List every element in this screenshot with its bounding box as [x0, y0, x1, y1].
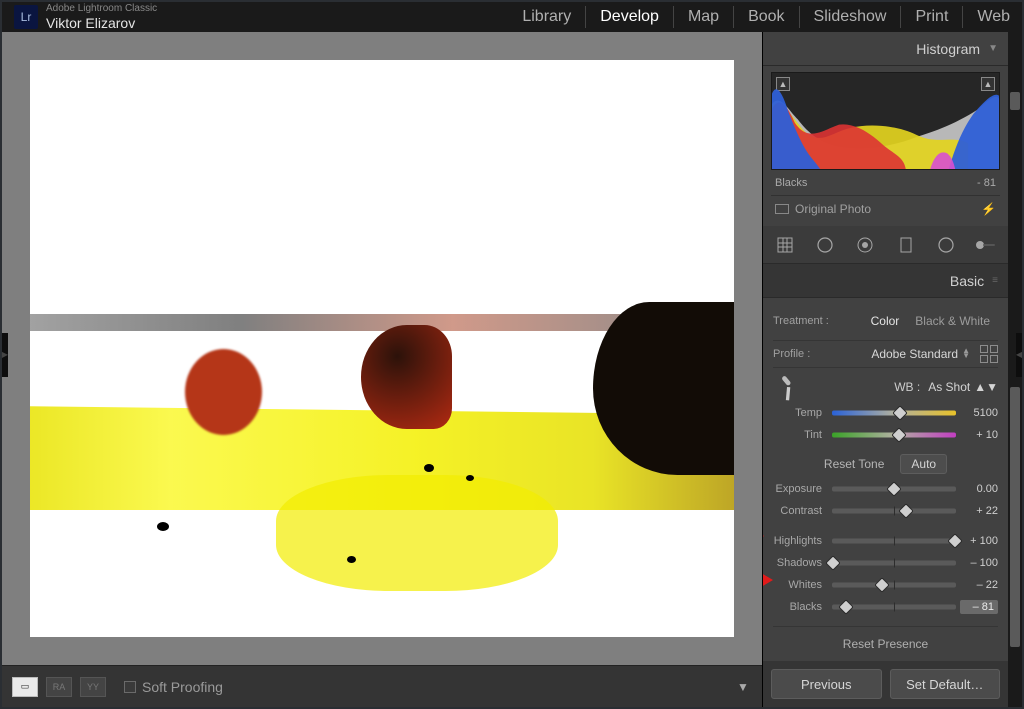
- tint-slider[interactable]: [832, 428, 956, 442]
- rectangle-icon: [775, 204, 789, 214]
- nav-print[interactable]: Print: [915, 8, 948, 26]
- spot-removal-tool[interactable]: [813, 233, 837, 257]
- soft-proofing-checkbox[interactable]: [124, 681, 136, 693]
- soft-proofing-label: Soft Proofing: [142, 679, 223, 695]
- whites-value[interactable]: – 22: [960, 579, 998, 591]
- reset-tone-label[interactable]: Reset Tone: [824, 457, 885, 471]
- radial-filter-tool[interactable]: [934, 233, 958, 257]
- photo-preview: [30, 60, 734, 637]
- annotation-arrow-blacks: [763, 573, 773, 587]
- updown-icon: ▲▼: [974, 380, 998, 394]
- left-panel-handle[interactable]: ▶: [2, 333, 8, 377]
- nav-web[interactable]: Web: [977, 8, 1010, 26]
- whites-label: Whites: [773, 579, 828, 591]
- updown-icon: ▲▼: [962, 349, 970, 359]
- basic-panel-header[interactable]: Basic ≡: [763, 264, 1008, 298]
- app-logo: Lr: [14, 5, 38, 29]
- eyedropper-icon[interactable]: [767, 367, 806, 406]
- temp-value[interactable]: 5100: [960, 407, 998, 419]
- tint-label: Tint: [773, 429, 828, 441]
- temp-slider[interactable]: [832, 406, 956, 420]
- histogram-header[interactable]: Histogram ▼: [763, 32, 1008, 66]
- auto-button[interactable]: Auto: [900, 454, 947, 474]
- blacks-label: Blacks: [773, 601, 828, 613]
- nav-develop[interactable]: Develop: [600, 8, 659, 26]
- bolt-icon[interactable]: ⚡: [981, 202, 996, 216]
- profile-browser-icon[interactable]: [980, 345, 998, 363]
- shadows-slider[interactable]: [832, 556, 956, 570]
- right-panel-handle[interactable]: ◀: [1016, 333, 1022, 377]
- tool-strip: [763, 226, 1008, 264]
- highlights-value[interactable]: + 100: [960, 535, 998, 547]
- blacks-value[interactable]: – 81: [960, 600, 998, 614]
- image-canvas[interactable]: [2, 32, 762, 665]
- secondary-toolbar: ▭ RA YY Soft Proofing ▼: [2, 665, 762, 707]
- reset-presence-label[interactable]: Reset Presence: [773, 626, 998, 653]
- view-ra-button[interactable]: RA: [46, 677, 72, 697]
- wb-select[interactable]: As Shot ▲▼: [928, 380, 998, 394]
- previous-button[interactable]: Previous: [771, 669, 882, 699]
- contrast-slider[interactable]: [832, 504, 956, 518]
- profile-select[interactable]: Adobe Standard ▲▼: [871, 347, 970, 361]
- annotation-arrow-shadows: [763, 529, 764, 543]
- contrast-value[interactable]: + 22: [960, 505, 998, 517]
- exposure-slider[interactable]: [832, 482, 956, 496]
- crop-tool[interactable]: [773, 233, 797, 257]
- redeye-tool[interactable]: [853, 233, 877, 257]
- view-yy-button[interactable]: YY: [80, 677, 106, 697]
- basic-title: Basic: [950, 273, 984, 289]
- profile-label: Profile :: [773, 348, 810, 360]
- treatment-color-button[interactable]: Color: [863, 311, 908, 331]
- graduated-filter-tool[interactable]: [894, 233, 918, 257]
- histogram-region-label: Blacks: [775, 177, 807, 189]
- wb-label: WB :: [894, 380, 920, 394]
- nav-map[interactable]: Map: [688, 8, 719, 26]
- shadows-label: Shadows: [773, 557, 828, 569]
- module-picker: Library Develop Map Book Slideshow Print…: [522, 6, 1010, 28]
- app-name-text: Adobe Lightroom Classic: [46, 3, 157, 15]
- set-default-button[interactable]: Set Default…: [890, 669, 1001, 699]
- blacks-slider[interactable]: [832, 600, 956, 614]
- nav-slideshow[interactable]: Slideshow: [814, 8, 887, 26]
- panel-switch-icon[interactable]: ≡: [992, 275, 998, 286]
- user-name-text: Viktor Elizarov: [46, 15, 157, 32]
- histogram-region-value: - 81: [977, 177, 996, 189]
- wb-value: As Shot: [928, 380, 970, 394]
- treatment-label: Treatment :: [773, 315, 829, 327]
- histogram-display[interactable]: ▲ ▲: [771, 72, 1000, 170]
- nav-book[interactable]: Book: [748, 8, 784, 26]
- whites-slider[interactable]: [832, 578, 956, 592]
- toolbar-expand-icon[interactable]: ▼: [734, 678, 752, 696]
- original-photo-label[interactable]: Original Photo: [795, 202, 871, 216]
- view-loupe-button[interactable]: ▭: [12, 677, 38, 697]
- exposure-value[interactable]: 0.00: [960, 483, 998, 495]
- highlights-slider[interactable]: [832, 534, 956, 548]
- chevron-down-icon: ▼: [988, 43, 998, 54]
- contrast-label: Contrast: [773, 505, 828, 517]
- nav-library[interactable]: Library: [522, 8, 571, 26]
- exposure-label: Exposure: [773, 483, 828, 495]
- adjustment-brush-tool[interactable]: [974, 233, 998, 257]
- temp-label: Temp: [773, 407, 828, 419]
- profile-value: Adobe Standard: [871, 347, 958, 361]
- highlights-label: Highlights: [773, 535, 828, 547]
- histogram-title: Histogram: [916, 41, 980, 57]
- shadows-value[interactable]: – 100: [960, 557, 998, 569]
- tint-value[interactable]: + 10: [960, 429, 998, 441]
- treatment-bw-button[interactable]: Black & White: [907, 311, 998, 331]
- identity-plate: Adobe Lightroom Classic Viktor Elizarov: [46, 3, 157, 32]
